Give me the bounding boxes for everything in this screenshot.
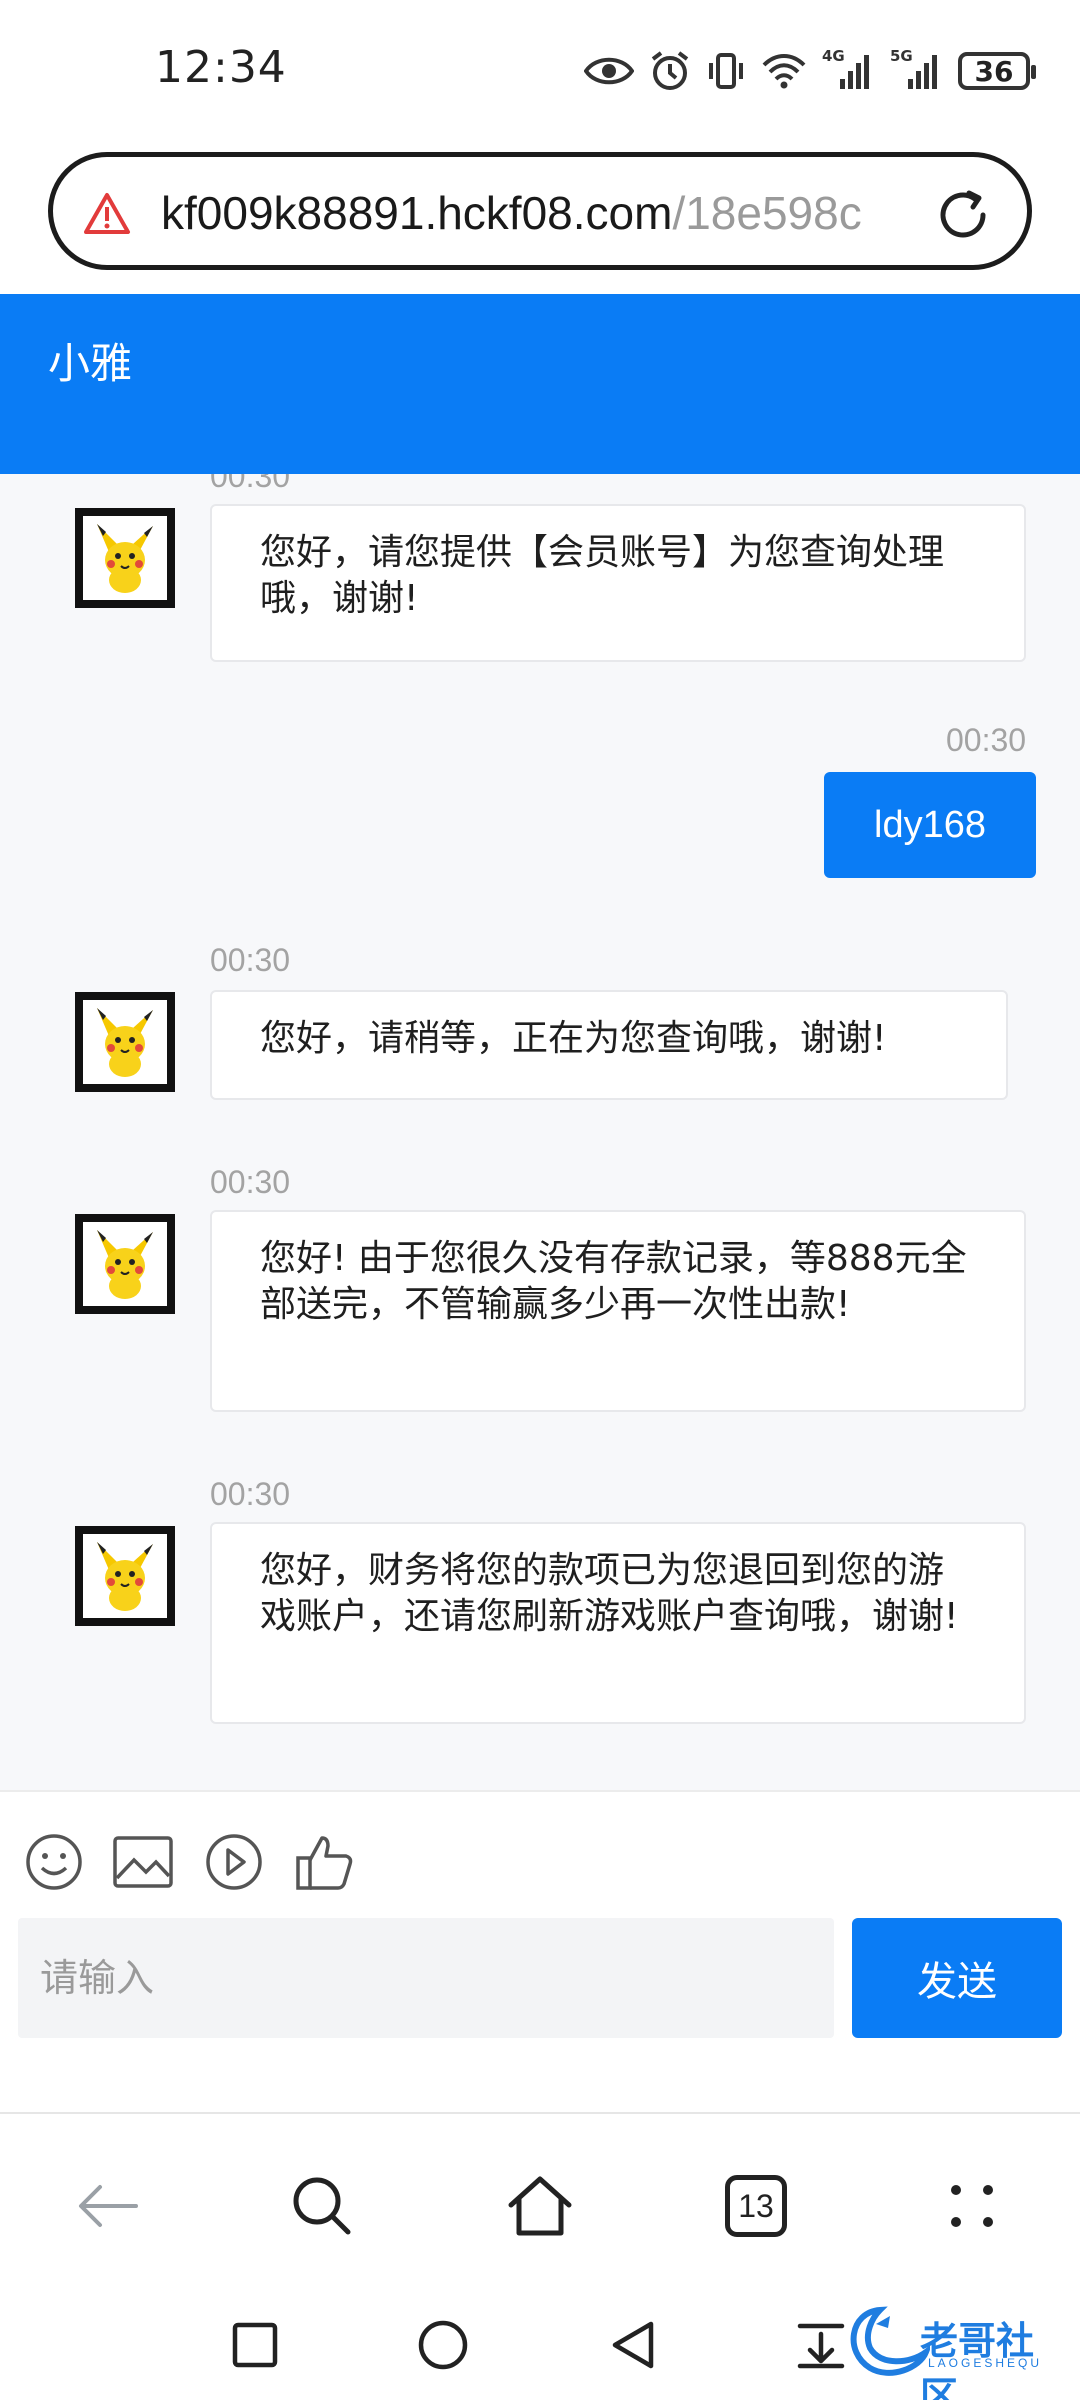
vibrate-icon — [709, 53, 743, 89]
menu-icon — [951, 2185, 993, 2227]
chat-agent-name: 小雅 — [48, 339, 133, 388]
emoji-icon[interactable] — [24, 1832, 84, 1892]
user-message-bubble: ldy168 — [824, 772, 1036, 878]
dragon-logo-icon — [850, 2306, 930, 2376]
search-button[interactable] — [282, 2166, 362, 2246]
recents-button[interactable] — [220, 2310, 290, 2380]
battery-icon: 36 — [958, 52, 1036, 90]
reload-icon[interactable] — [933, 185, 993, 245]
warning-icon[interactable] — [83, 191, 131, 235]
message-input-box[interactable] — [18, 1918, 834, 2038]
watermark-text: 老哥社区 — [920, 2319, 1035, 2400]
home-icon — [508, 2176, 572, 2236]
pikachu-avatar-icon — [97, 1542, 153, 1611]
back-triangle-icon — [612, 2321, 654, 2369]
url-path: /18e598c — [672, 187, 862, 239]
search-icon — [293, 2177, 351, 2235]
pikachu-avatar-icon — [97, 1230, 153, 1299]
thumbs-up-icon[interactable] — [294, 1832, 354, 1892]
wifi-icon — [762, 54, 806, 89]
agent-avatar — [75, 992, 175, 1092]
menu-button[interactable] — [932, 2166, 1012, 2246]
agent-message-bubble: 您好，请稍等，正在为您查询哦，谢谢! — [210, 990, 1008, 1100]
chat-header: 小雅 — [0, 294, 1080, 474]
status-time: 12:34 — [155, 42, 287, 93]
back-icon — [79, 2185, 138, 2227]
image-icon[interactable] — [112, 1832, 174, 1892]
status-icons: 4G 5G 36 — [584, 46, 1036, 96]
send-button[interactable]: 发送 — [852, 1918, 1062, 2038]
watermark-logo: 老哥社区 LAOGESHEQU — [840, 2302, 1070, 2400]
composer: 发送 — [0, 1790, 1080, 2112]
agent-avatar — [75, 508, 175, 608]
home-circle-icon — [418, 2320, 468, 2370]
message-timestamp: 00:30 — [210, 1476, 291, 1512]
message-timestamp: 00:30 — [210, 1164, 291, 1200]
agent-avatar — [75, 1526, 175, 1626]
alarm-icon — [651, 51, 689, 90]
pikachu-avatar-icon — [97, 524, 153, 593]
home-button[interactable] — [500, 2166, 580, 2246]
url-host: kf009k88891.hckf08.com — [161, 187, 673, 239]
browser-toolbar: 13 — [0, 2112, 1080, 2282]
pikachu-avatar-icon — [97, 1008, 153, 1077]
agent-message-bubble: 您好，请您提供【会员账号】为您查询处理哦，谢谢! — [210, 504, 1026, 662]
message-input[interactable] — [18, 1918, 834, 2038]
watermark-sub: LAOGESHEQU — [928, 2356, 1043, 2370]
signal-4g-icon: 4G — [822, 47, 874, 91]
agent-message-bubble: 您好，财务将您的款项已为您退回到您的游戏账户，还请您刷新游戏账户查询哦，谢谢! — [210, 1522, 1026, 1724]
agent-message-bubble: 您好! 由于您很久没有存款记录，等888元全部送完，不管输赢多少再一次性出款! — [210, 1210, 1026, 1412]
status-bar: 12:34 4G 5G 36 — [0, 0, 1080, 140]
agent-avatar — [75, 1214, 175, 1314]
system-back-button[interactable] — [598, 2310, 668, 2380]
signal-5g-icon: 5G — [890, 47, 942, 91]
url-text[interactable]: kf009k88891.hckf08.com/18e598c — [161, 183, 941, 243]
download-icon — [797, 2323, 845, 2369]
eye-icon — [584, 57, 634, 85]
system-home-button[interactable] — [408, 2310, 478, 2380]
recents-icon — [232, 2322, 278, 2368]
tabs-button[interactable]: 13 — [716, 2166, 796, 2246]
tabs-icon: 13 — [725, 2175, 787, 2237]
message-timestamp: 00:30 — [210, 942, 291, 978]
message-list[interactable]: 00:30 您好，请您提供【会员账号】为您查询处理哦，谢谢! 00:30 ldy… — [0, 474, 1080, 1790]
message-timestamp: 00:30 — [946, 722, 1027, 758]
system-nav-bar: 老哥社区 LAOGESHEQU — [0, 2282, 1080, 2400]
message-timestamp: 00:30 — [210, 474, 291, 494]
back-button[interactable] — [68, 2166, 148, 2246]
video-icon[interactable] — [204, 1832, 264, 1892]
url-bar[interactable]: kf009k88891.hckf08.com/18e598c — [48, 152, 1032, 270]
